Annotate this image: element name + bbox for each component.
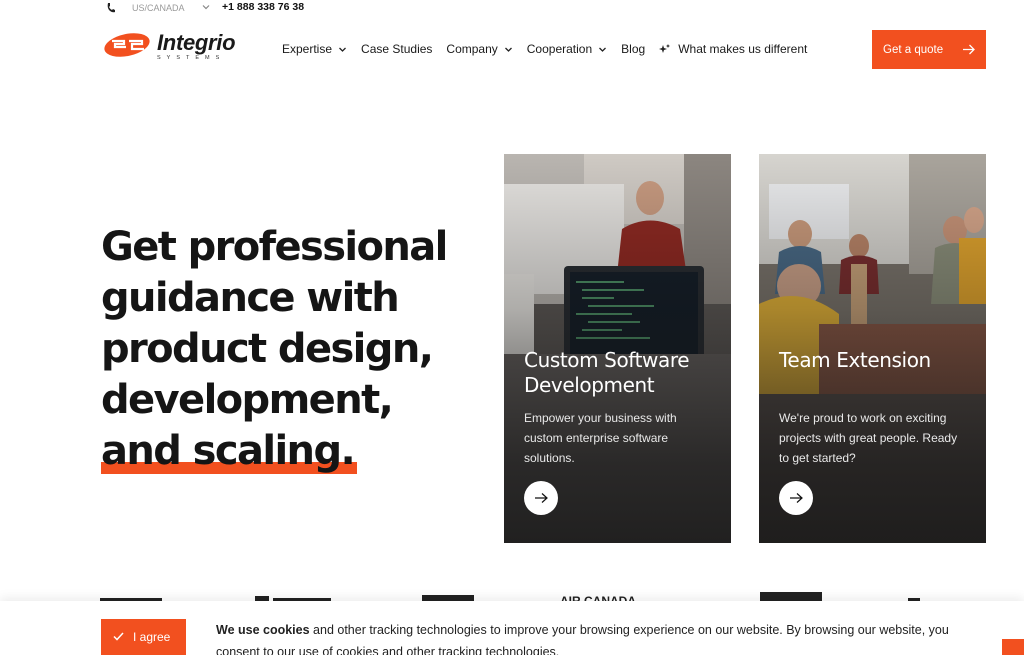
service-card-custom-software[interactable]: Custom Software Development Empower your… — [504, 154, 731, 543]
nav-item-label: What makes us different — [678, 42, 808, 56]
phone-icon — [107, 3, 115, 13]
phone-number-link[interactable]: +1 888 338 76 38 — [222, 1, 304, 13]
cookie-banner: I agree We use cookies and other trackin… — [0, 601, 1024, 655]
nav-item-case-studies[interactable]: Case Studies — [361, 42, 432, 56]
nav-item-label: Expertise — [282, 42, 333, 56]
cookie-message-body: and other tracking technologies to impro… — [216, 623, 949, 655]
region-selector[interactable]: US/CANADA — [132, 3, 185, 13]
nav-item-label: Cooperation — [526, 42, 593, 56]
page: US/CANADA +1 888 338 76 38 Integrio SYST… — [0, 0, 1024, 655]
card-description: We're proud to work on exciting projects… — [779, 411, 958, 465]
logo-subtitle: SYSTEMS — [157, 55, 226, 61]
hero-highlight: and scaling. — [101, 426, 358, 477]
cookie-message-bold: We use cookies — [216, 623, 310, 637]
card-title: Team Extension — [779, 348, 931, 372]
card-title: Custom Software Development — [524, 348, 690, 397]
chevron-down-icon — [504, 47, 512, 52]
chevron-down-icon — [599, 47, 607, 52]
sparkle-icon — [659, 43, 671, 53]
get-a-quote-button[interactable]: Get a quote — [872, 30, 986, 69]
nav-item-expertise[interactable]: Expertise — [282, 42, 347, 56]
logo-wordmark: Integrio — [157, 30, 236, 55]
top-bar: US/CANADA +1 888 338 76 38 — [0, 0, 1024, 17]
arrow-right-icon — [963, 44, 975, 55]
i-agree-button[interactable]: I agree — [101, 619, 186, 655]
checkmark-icon — [113, 632, 124, 641]
nav-item-label: Case Studies — [361, 42, 433, 56]
main-nav: Expertise Case Studies Company Cooperati… — [282, 40, 821, 58]
hero-heading: Get professional guidance with product d… — [101, 222, 481, 477]
arrow-right-icon — [534, 493, 548, 503]
nav-item-company[interactable]: Company — [446, 42, 512, 56]
hero-line: development, — [101, 377, 394, 423]
cookie-close-button[interactable] — [1002, 639, 1024, 655]
hero-line: product design, — [101, 326, 434, 372]
card-arrow-button[interactable] — [779, 481, 813, 515]
get-a-quote-label: Get a quote — [883, 43, 944, 56]
logo[interactable]: Integrio SYSTEMS — [104, 30, 244, 64]
i-agree-label: I agree — [133, 630, 171, 644]
cookie-message: We use cookies and other tracking techno… — [216, 619, 976, 655]
chevron-down-icon[interactable] — [202, 3, 210, 11]
hero-line: Get professional — [101, 224, 448, 270]
service-card-team-extension[interactable]: Team Extension We're proud to work on ex… — [759, 154, 986, 543]
card-description: Empower your business with custom enterp… — [524, 411, 677, 465]
nav-item-label: Company — [446, 42, 498, 56]
nav-item-what-makes-us-different[interactable]: What makes us different — [659, 42, 807, 56]
hero-line: guidance with — [101, 275, 400, 321]
logo-mark-icon — [104, 33, 150, 57]
nav-item-blog[interactable]: Blog — [621, 42, 645, 56]
chevron-down-icon — [339, 47, 346, 52]
nav-item-cooperation[interactable]: Cooperation — [527, 42, 607, 56]
nav-item-label: Blog — [621, 42, 646, 56]
arrow-right-icon — [789, 493, 803, 503]
card-arrow-button[interactable] — [524, 481, 558, 515]
